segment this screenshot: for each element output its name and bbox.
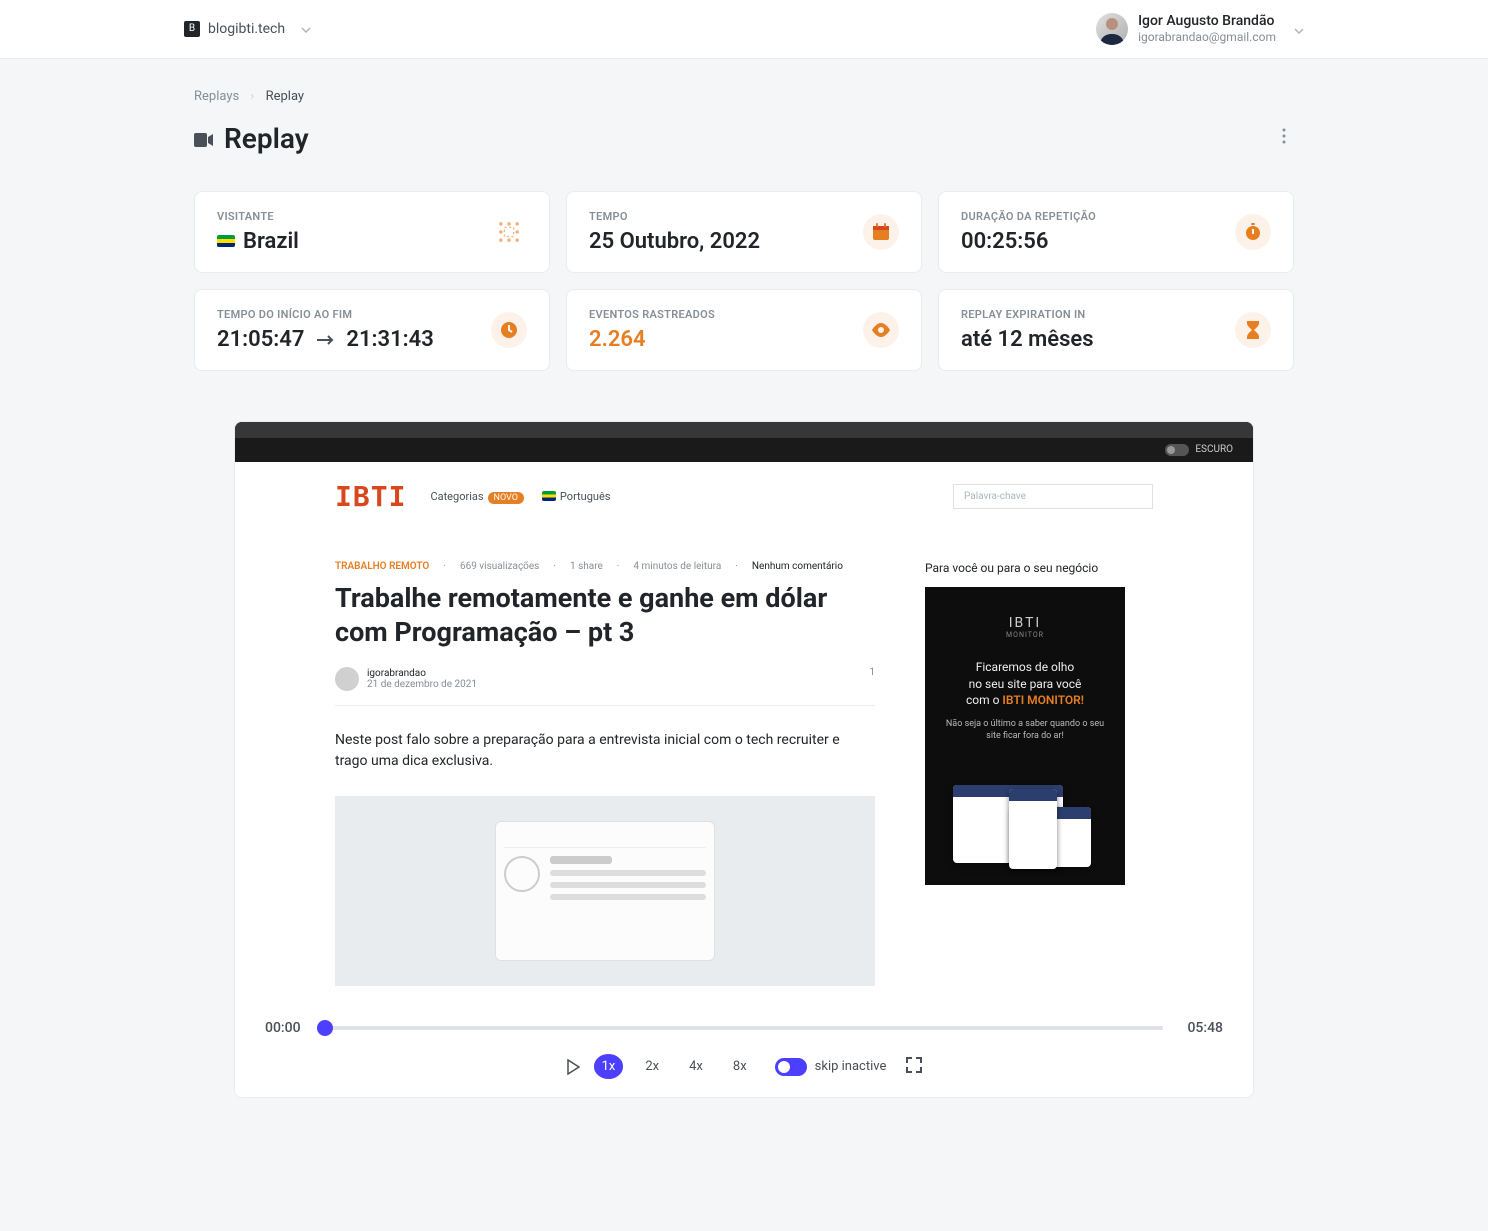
speed-2x-button[interactable]: 2x — [637, 1054, 667, 1079]
stat-duration: DURAÇÃO DA REPETIÇÃO 00:25:56 — [938, 191, 1294, 273]
breadcrumb-current: Replay — [266, 89, 305, 104]
user-name: Igor Augusto Brandão — [1138, 12, 1276, 30]
stat-expiration: REPLAY EXPIRATION IN até 12 mêses — [938, 289, 1294, 371]
replay-viewport[interactable]: ESCURO IBTI CategoriasNOVO Português Pal… — [235, 422, 1253, 999]
post-featured-image — [335, 796, 875, 986]
skip-inactive-label: skip inactive — [815, 1059, 887, 1074]
dark-mode-toggle — [1165, 444, 1189, 456]
player-controls: 00:00 05:48 1x 2x 4x 8x skip inactive — [235, 998, 1253, 1097]
chevron-right-icon: › — [250, 89, 254, 104]
search-input: Palavra-chave — [953, 484, 1153, 509]
fingerprint-icon — [491, 214, 527, 250]
speed-8x-button[interactable]: 8x — [725, 1054, 755, 1079]
play-button[interactable] — [566, 1059, 580, 1075]
arrow-right-icon — [316, 327, 334, 352]
speed-1x-button[interactable]: 1x — [594, 1054, 624, 1079]
timeline-thumb[interactable] — [317, 1020, 333, 1036]
user-menu[interactable]: Igor Augusto Brandão igorabrandao@gmail.… — [1096, 12, 1304, 46]
nav-language: Português — [542, 490, 611, 503]
chevron-down-icon — [1294, 19, 1304, 38]
site-favicon: B — [184, 21, 200, 37]
breadcrumb-parent[interactable]: Replays — [194, 89, 239, 104]
replay-frame: ESCURO IBTI CategoriasNOVO Português Pal… — [234, 421, 1254, 1099]
site-logo: IBTI — [335, 480, 406, 513]
author-avatar — [335, 667, 359, 691]
user-avatar — [1096, 13, 1128, 45]
timeline-scrubber[interactable] — [325, 1026, 1163, 1030]
total-time: 05:48 — [1179, 1020, 1223, 1036]
kebab-menu-button[interactable] — [1274, 124, 1294, 152]
breadcrumb: Replays › Replay — [194, 89, 1294, 104]
stat-time: TEMPO 25 Outubro, 2022 — [566, 191, 922, 273]
speed-4x-button[interactable]: 4x — [681, 1054, 711, 1079]
stopwatch-icon — [1235, 214, 1271, 250]
video-camera-icon — [194, 122, 214, 155]
fullscreen-button[interactable] — [906, 1057, 922, 1077]
post-title: Trabalhe remotamente e ganhe em dólar co… — [335, 582, 875, 650]
user-info: Igor Augusto Brandão igorabrandao@gmail.… — [1138, 12, 1276, 46]
skip-inactive-toggle[interactable] — [775, 1058, 807, 1076]
user-email: igorabrandao@gmail.com — [1138, 30, 1276, 46]
site-selector[interactable]: B blogibti.tech — [184, 21, 311, 37]
hourglass-icon — [1235, 312, 1271, 348]
eye-icon — [863, 312, 899, 348]
page-title: Replay — [194, 122, 309, 155]
brazil-flag-icon — [217, 235, 235, 247]
sidebar-ad: IBTI MONITOR Ficaremos de olho no seu si… — [925, 587, 1125, 885]
stat-events: EVENTOS RASTREADOS 2.264 — [566, 289, 922, 371]
post-excerpt: Neste post falo sobre a preparação para … — [335, 730, 875, 772]
stat-start-end: TEMPO DO INÍCIO AO FIM 21:05:47 21:31:43 — [194, 289, 550, 371]
current-time: 00:00 — [265, 1020, 309, 1036]
stat-visitor: VISITANTE Brazil — [194, 191, 550, 273]
site-name: blogibti.tech — [208, 21, 285, 37]
nav-categories: CategoriasNOVO — [430, 490, 523, 503]
clock-icon — [491, 312, 527, 348]
calendar-icon — [863, 214, 899, 250]
chevron-down-icon — [301, 21, 311, 37]
